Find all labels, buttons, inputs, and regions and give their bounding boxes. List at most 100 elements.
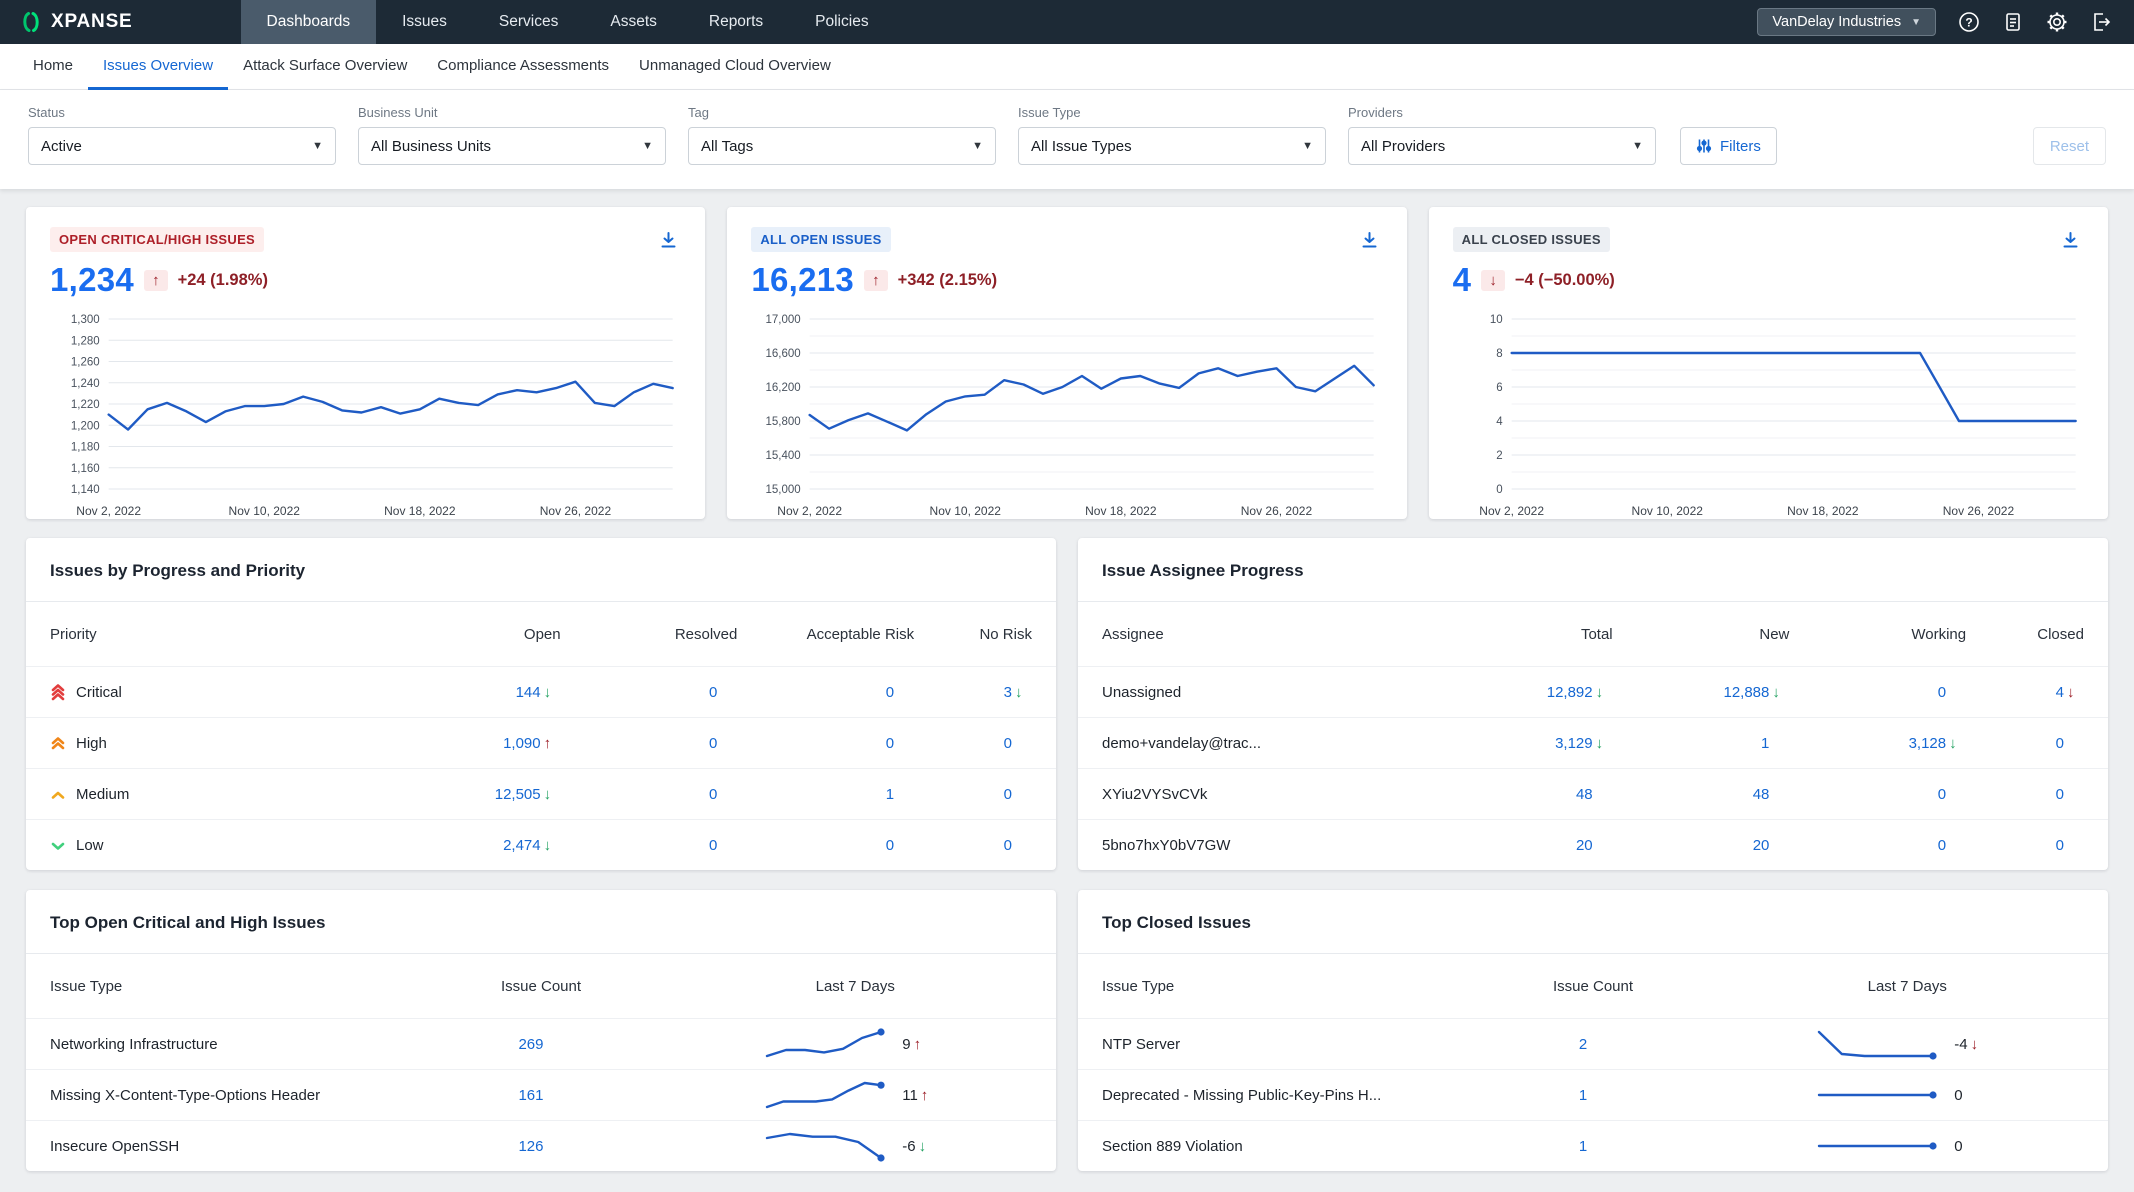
count-link[interactable]: 0: [1004, 786, 1012, 803]
value-cell: 0: [914, 735, 1032, 752]
count-link[interactable]: 0: [2056, 786, 2064, 803]
svg-text:1,200: 1,200: [71, 420, 100, 432]
filter-tag: Tag All Tags▼: [688, 105, 996, 165]
count-link[interactable]: 0: [1938, 684, 1946, 701]
column-header: Last 7 Days: [678, 978, 1032, 995]
count-link[interactable]: 48: [1753, 786, 1770, 803]
count-link[interactable]: 1: [886, 786, 894, 803]
count-link[interactable]: 0: [709, 837, 717, 854]
nav-item-policies[interactable]: Policies: [789, 0, 894, 44]
row-label: 5bno7hxY0bV7GW: [1102, 837, 1397, 854]
business-unit-select[interactable]: All Business Units▼: [358, 127, 666, 165]
value-cell: 0: [1789, 786, 1966, 803]
table-body: Critical144↓003↓High1,090↑000Medium12,50…: [26, 666, 1056, 870]
tab-attack-surface-overview[interactable]: Attack Surface Overview: [228, 44, 422, 90]
count-link[interactable]: 2,474: [503, 837, 541, 854]
tab-unmanaged-cloud-overview[interactable]: Unmanaged Cloud Overview: [624, 44, 846, 90]
tab-compliance-assessments[interactable]: Compliance Assessments: [422, 44, 624, 90]
count-link[interactable]: 1: [1579, 1087, 1587, 1104]
nav-item-assets[interactable]: Assets: [584, 0, 683, 44]
table-row: XYiu2VYSvCVk484800: [1078, 768, 2108, 819]
count-link[interactable]: 0: [2056, 837, 2064, 854]
reset-button[interactable]: Reset: [2033, 127, 2106, 165]
count-link[interactable]: 0: [1004, 735, 1012, 752]
count-link[interactable]: 48: [1576, 786, 1593, 803]
trend-arrow: ↓: [1015, 684, 1032, 701]
trend-arrow: ↓: [1481, 270, 1505, 291]
column-header: Open: [345, 626, 561, 643]
table-header: Issue Type Issue Count Last 7 Days: [1078, 954, 2108, 1018]
value-cell: 2,474↓: [345, 837, 561, 854]
count-link[interactable]: 0: [1004, 837, 1012, 854]
trend-arrow: ↓: [544, 684, 561, 701]
count-link[interactable]: 0: [886, 735, 894, 752]
tab-home[interactable]: Home: [18, 44, 88, 90]
count-link[interactable]: 0: [886, 684, 894, 701]
report-icon[interactable]: [2002, 11, 2024, 33]
value-cell: 161: [404, 1087, 679, 1104]
nav-item-services[interactable]: Services: [473, 0, 584, 44]
status-select[interactable]: Active▼: [28, 127, 336, 165]
svg-text:15,000: 15,000: [766, 484, 801, 496]
count-link[interactable]: 2: [1579, 1036, 1587, 1053]
settings-icon[interactable]: [2046, 11, 2068, 33]
tab-issues-overview[interactable]: Issues Overview: [88, 44, 228, 90]
count-link[interactable]: 0: [709, 735, 717, 752]
count-link[interactable]: 20: [1753, 837, 1770, 854]
download-icon[interactable]: [2058, 227, 2084, 253]
nav-item-reports[interactable]: Reports: [683, 0, 789, 44]
count-link[interactable]: 12,505: [495, 786, 541, 803]
row-label: Insecure OpenSSH: [50, 1138, 404, 1155]
count-link[interactable]: 269: [518, 1036, 543, 1053]
trend-arrow: ↑: [544, 735, 561, 752]
count-link[interactable]: 4: [2056, 684, 2064, 701]
providers-select[interactable]: All Providers▼: [1348, 127, 1656, 165]
count-link[interactable]: 0: [709, 684, 717, 701]
trend-value: 11↑: [902, 1087, 948, 1104]
chevron-down-icon: ▼: [1911, 17, 1921, 28]
count-link[interactable]: 12,892: [1547, 684, 1593, 701]
count-link[interactable]: 1,090: [503, 735, 541, 752]
count-link[interactable]: 0: [709, 786, 717, 803]
trend-arrow: ↓: [1949, 735, 1966, 752]
logout-icon[interactable]: [2090, 11, 2112, 33]
svg-text:Nov 18, 2022: Nov 18, 2022: [384, 504, 456, 518]
column-header: Issue Count: [404, 978, 679, 995]
count-link[interactable]: 3,129: [1555, 735, 1593, 752]
help-icon[interactable]: ?: [1958, 11, 1980, 33]
count-link[interactable]: 161: [518, 1087, 543, 1104]
sparkline: [762, 1027, 886, 1061]
svg-text:1,240: 1,240: [71, 378, 100, 390]
nav-item-issues[interactable]: Issues: [376, 0, 473, 44]
account-menu-button[interactable]: VanDelay Industries ▼: [1757, 8, 1936, 36]
count-link[interactable]: 3: [1004, 684, 1012, 701]
count-link[interactable]: 0: [886, 837, 894, 854]
value-cell: 144↓: [345, 684, 561, 701]
filters-button[interactable]: Filters: [1680, 127, 1777, 165]
count-link[interactable]: 0: [2056, 735, 2064, 752]
row-label: Medium: [50, 786, 345, 803]
count-link[interactable]: 1: [1761, 735, 1769, 752]
nav-item-dashboards[interactable]: Dashboards: [241, 0, 377, 44]
table-row: Low2,474↓ 0 0 0: [26, 819, 1056, 870]
count-link[interactable]: 20: [1576, 837, 1593, 854]
count-link[interactable]: 1: [1579, 1138, 1587, 1155]
download-icon[interactable]: [1357, 227, 1383, 253]
download-icon[interactable]: [655, 227, 681, 253]
row-label: Low: [50, 837, 345, 854]
trend-value: -6↓: [902, 1138, 948, 1155]
column-header: Issue Type: [1102, 978, 1456, 995]
count-link[interactable]: 144: [516, 684, 541, 701]
value-cell: 1: [1613, 735, 1790, 752]
count-link[interactable]: 0: [1938, 837, 1946, 854]
table-row: demo+vandelay@trac...3,129↓13,128↓0: [1078, 717, 2108, 768]
critical-icon: [50, 684, 66, 701]
count-link[interactable]: 0: [1938, 786, 1946, 803]
filter-tag-label: Tag: [688, 105, 996, 120]
kpi-card-all-closed: ALL CLOSED ISSUES 4 ↓ −4 (−50.00%) 10864…: [1429, 207, 2108, 519]
count-link[interactable]: 126: [518, 1138, 543, 1155]
issue-type-select[interactable]: All Issue Types▼: [1018, 127, 1326, 165]
tag-select[interactable]: All Tags▼: [688, 127, 996, 165]
count-link[interactable]: 3,128: [1909, 735, 1947, 752]
count-link[interactable]: 12,888: [1723, 684, 1769, 701]
